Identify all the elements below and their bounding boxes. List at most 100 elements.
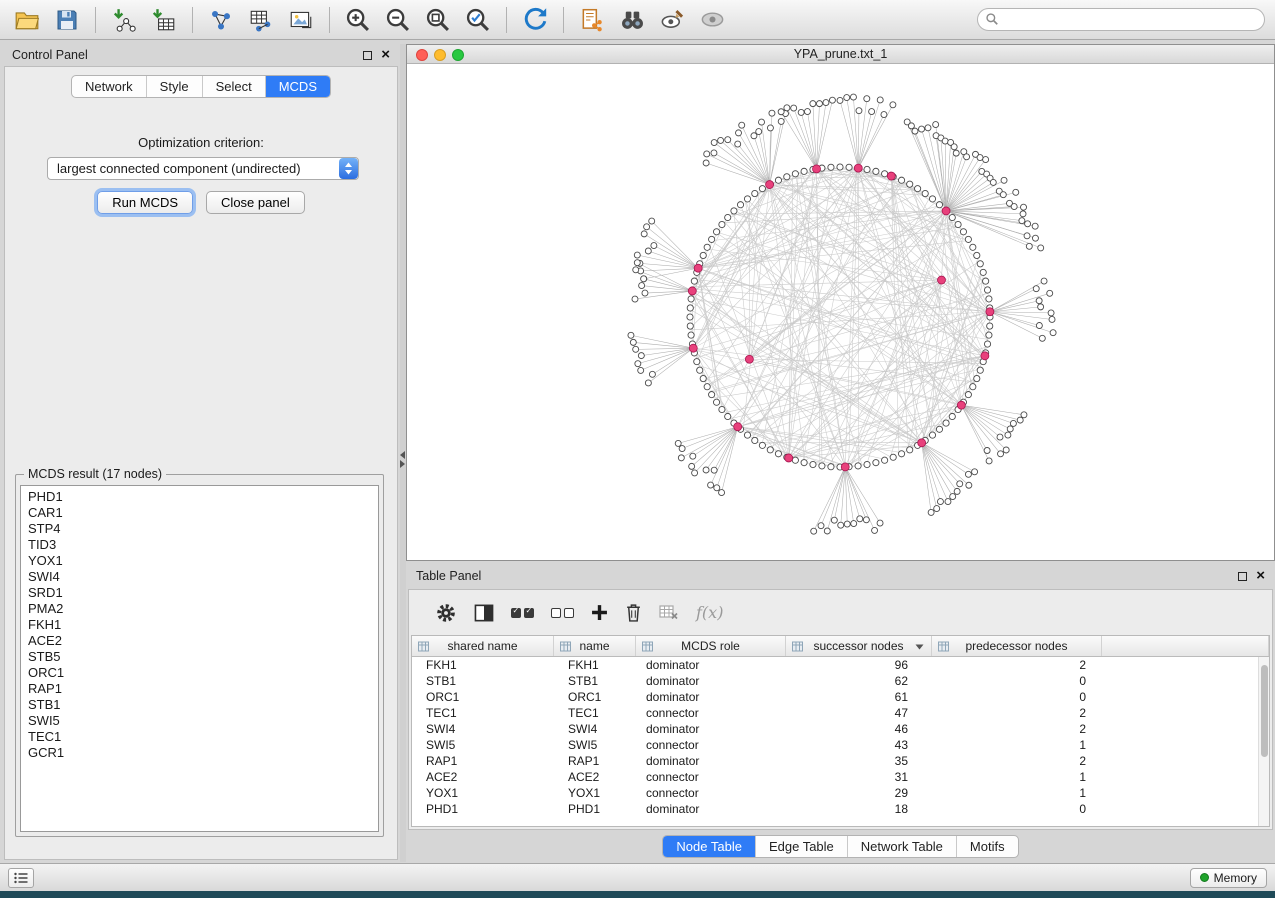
memory-button[interactable]: Memory — [1190, 868, 1267, 888]
graphics-details-button[interactable] — [655, 4, 689, 36]
splitter-collapse-icons[interactable] — [400, 450, 405, 469]
cell-predecessor-nodes: 2 — [932, 753, 1102, 769]
table-row[interactable]: TEC1TEC1connector472 — [412, 705, 1269, 721]
column-header-successor-nodes[interactable]: successor nodes — [786, 636, 932, 656]
search-network-button[interactable] — [615, 4, 649, 36]
table-row[interactable]: STB1STB1dominator620 — [412, 673, 1269, 689]
mcds-result-item[interactable]: PHD1 — [28, 489, 378, 505]
mcds-result-item[interactable]: GCR1 — [28, 745, 378, 761]
network-graph[interactable] — [407, 65, 1274, 560]
cell-filler — [1102, 657, 1269, 673]
mcds-result-item[interactable]: FKH1 — [28, 617, 378, 633]
search-input[interactable] — [977, 8, 1265, 31]
window-maximize-button[interactable] — [452, 49, 464, 61]
cell-shared-name: SWI4 — [412, 721, 554, 737]
export-table-button[interactable] — [244, 4, 278, 36]
unchecked-box-icon — [551, 608, 561, 618]
table-row[interactable]: ORC1ORC1dominator610 — [412, 689, 1269, 705]
mcds-result-item[interactable]: CAR1 — [28, 505, 378, 521]
node-table: shared name name MCDS role successor nod… — [411, 635, 1270, 827]
show-columns-button[interactable] — [474, 604, 494, 622]
tab-mcds[interactable]: MCDS — [266, 76, 330, 97]
trash-icon — [625, 603, 642, 622]
float-table-panel-icon[interactable] — [1238, 572, 1247, 581]
mcds-result-item[interactable]: YOX1 — [28, 553, 378, 569]
refresh-button[interactable] — [518, 4, 552, 36]
show-hide-button[interactable] — [695, 4, 729, 36]
tab-network-table[interactable]: Network Table — [848, 836, 957, 857]
mcds-result-item[interactable]: STB5 — [28, 649, 378, 665]
tab-style[interactable]: Style — [147, 76, 203, 97]
cell-mcds-role: connector — [636, 785, 786, 801]
mcds-result-item[interactable]: ORC1 — [28, 665, 378, 681]
cell-mcds-role: dominator — [636, 689, 786, 705]
scrollbar-thumb[interactable] — [1261, 665, 1268, 757]
import-network-button[interactable] — [107, 4, 141, 36]
export-image-button[interactable] — [284, 4, 318, 36]
table-settings-button[interactable] — [435, 602, 457, 624]
zoom-in-button[interactable] — [341, 4, 375, 36]
table-row[interactable]: RAP1RAP1dominator352 — [412, 753, 1269, 769]
table-row[interactable]: PHD1PHD1dominator180 — [412, 801, 1269, 817]
tab-select[interactable]: Select — [203, 76, 266, 97]
close-panel-icon[interactable]: × — [381, 50, 390, 60]
network-canvas[interactable] — [407, 65, 1274, 560]
sort-dropdown-icon[interactable] — [915, 644, 924, 650]
delete-column-button[interactable] — [625, 603, 642, 622]
mcds-result-title: MCDS result (17 nodes) — [24, 467, 166, 481]
table-row[interactable]: YOX1YOX1connector291 — [412, 785, 1269, 801]
zoom-out-icon — [384, 6, 412, 34]
save-session-button[interactable] — [50, 4, 84, 36]
deselect-all-button[interactable] — [551, 608, 574, 618]
run-mcds-button[interactable]: Run MCDS — [97, 191, 193, 214]
mcds-result-item[interactable]: SWI4 — [28, 569, 378, 585]
float-panel-icon[interactable] — [363, 51, 372, 60]
tab-network[interactable]: Network — [72, 76, 147, 97]
cell-predecessor-nodes: 0 — [932, 673, 1102, 689]
zoom-selected-button[interactable] — [461, 4, 495, 36]
share-document-button[interactable] — [575, 4, 609, 36]
zoom-fit-button[interactable] — [421, 4, 455, 36]
table-row[interactable]: FKH1FKH1dominator962 — [412, 657, 1269, 673]
create-column-button[interactable] — [591, 604, 608, 621]
table-row[interactable]: ACE2ACE2connector311 — [412, 769, 1269, 785]
mcds-result-item[interactable]: SRD1 — [28, 585, 378, 601]
mcds-result-item[interactable]: STP4 — [28, 521, 378, 537]
task-history-button[interactable] — [8, 868, 34, 888]
table-row[interactable]: SWI4SWI4dominator462 — [412, 721, 1269, 737]
eye-icon — [699, 6, 726, 33]
mcds-result-item[interactable]: PMA2 — [28, 601, 378, 617]
window-minimize-button[interactable] — [434, 49, 446, 61]
tab-motifs[interactable]: Motifs — [957, 836, 1018, 857]
column-header-predecessor-nodes[interactable]: predecessor nodes — [932, 636, 1102, 656]
close-table-panel-icon[interactable]: × — [1256, 571, 1265, 581]
new-network-button[interactable] — [204, 4, 238, 36]
cell-successor-nodes: 62 — [786, 673, 932, 689]
close-mcds-panel-button[interactable]: Close panel — [206, 191, 305, 214]
mcds-result-item[interactable]: ACE2 — [28, 633, 378, 649]
criterion-dropdown[interactable]: largest connected component (undirected) — [47, 157, 359, 180]
table-row[interactable]: SWI5SWI5connector431 — [412, 737, 1269, 753]
cell-mcds-role: dominator — [636, 657, 786, 673]
function-builder-button[interactable]: f(x) — [696, 603, 723, 622]
cell-name: FKH1 — [554, 657, 636, 673]
zoom-out-button[interactable] — [381, 4, 415, 36]
open-session-button[interactable] — [10, 4, 44, 36]
delete-table-button[interactable] — [659, 605, 679, 620]
mcds-result-item[interactable]: TEC1 — [28, 729, 378, 745]
mcds-result-item[interactable]: STB1 — [28, 697, 378, 713]
network-titlebar: YPA_prune.txt_1 — [407, 45, 1274, 64]
mcds-result-item[interactable]: TID3 — [28, 537, 378, 553]
mcds-result-item[interactable]: RAP1 — [28, 681, 378, 697]
tab-edge-table[interactable]: Edge Table — [756, 836, 848, 857]
column-header-shared-name[interactable]: shared name — [412, 636, 554, 656]
cell-filler — [1102, 705, 1269, 721]
column-header-name[interactable]: name — [554, 636, 636, 656]
column-header-mcds-role[interactable]: MCDS role — [636, 636, 786, 656]
import-table-button[interactable] — [147, 4, 181, 36]
table-scrollbar[interactable] — [1258, 657, 1269, 826]
window-close-button[interactable] — [416, 49, 428, 61]
select-all-button[interactable] — [511, 608, 534, 618]
mcds-result-item[interactable]: SWI5 — [28, 713, 378, 729]
tab-node-table[interactable]: Node Table — [663, 836, 756, 857]
